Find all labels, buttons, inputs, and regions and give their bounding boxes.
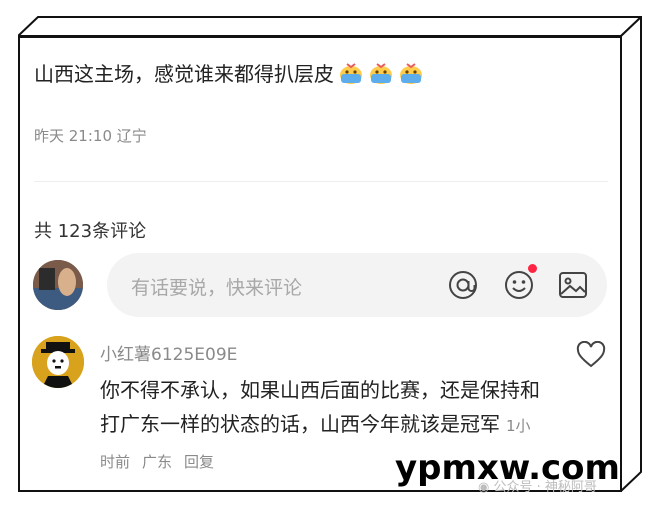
wechat-icon: ◉ [478, 480, 490, 495]
notification-dot [528, 264, 537, 273]
post-meta: 昨天 21:10 辽宁 [34, 125, 147, 146]
comment-count: 共 123条评论 [34, 221, 147, 242]
commenter-avatar[interactable] [32, 336, 84, 388]
emoji-button[interactable] [503, 264, 537, 301]
comment-text: 你不得不承认，如果山西后面的比赛，还是保持和打广东一样的状态的话，山西今年就该是… [100, 378, 540, 436]
at-icon[interactable] [447, 269, 479, 301]
crying-emoji-icon [370, 63, 392, 84]
post-time: 昨天 21:10 [34, 127, 112, 145]
avatar-illustration [32, 336, 84, 388]
avatar-photo [33, 260, 83, 310]
post-content: 山西这主场，感觉谁来都得扒层皮 [34, 58, 424, 87]
commenter-username[interactable]: 小红薯6125E09E [100, 340, 237, 365]
smiley-icon [505, 271, 533, 299]
frame-side-edge [620, 16, 642, 492]
crying-emoji-icon [400, 63, 422, 84]
account-watermark: ◉ 公众号 · 神秘阿哥 [478, 476, 597, 495]
crying-emoji-icon [340, 63, 362, 84]
heart-icon[interactable] [576, 341, 606, 369]
comment-input-placeholder: 有话要说，快来评论 [131, 277, 303, 299]
account-watermark-text: 公众号 · 神秘阿哥 [493, 480, 597, 495]
comment-input[interactable]: 有话要说，快来评论 [107, 253, 607, 317]
post-text: 山西这主场，感觉谁来都得扒层皮 [34, 62, 334, 86]
comment-location: 广东 [142, 453, 173, 471]
image-icon[interactable] [557, 269, 589, 301]
current-user-avatar[interactable] [33, 260, 83, 310]
frame-top-edge [18, 16, 642, 37]
reply-button[interactable]: 回复 [184, 453, 214, 471]
divider [34, 181, 608, 182]
post-location: 辽宁 [116, 127, 147, 145]
